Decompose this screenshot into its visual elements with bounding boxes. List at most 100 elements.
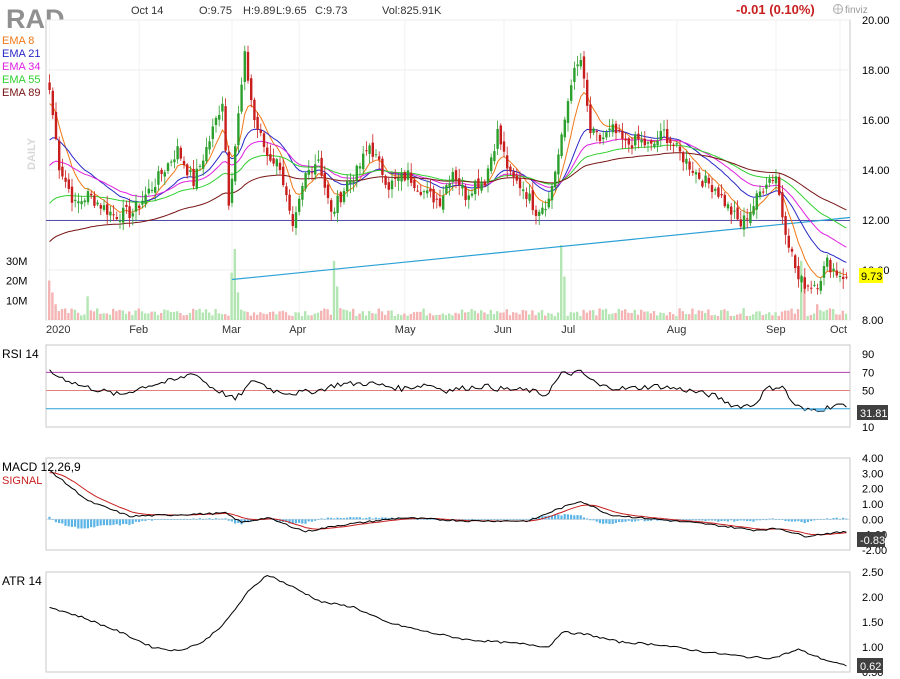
candle-body xyxy=(819,280,822,291)
candle-body xyxy=(717,187,720,197)
macd-histogram-bar xyxy=(77,519,80,529)
volume-bar xyxy=(272,311,275,320)
volume-bar xyxy=(844,313,848,320)
last-price-label: 9.73 xyxy=(861,271,882,283)
volume-bar xyxy=(297,312,300,320)
candle-body xyxy=(512,171,515,178)
candle-body xyxy=(144,194,147,205)
volume-bar xyxy=(393,315,396,320)
candle-body xyxy=(477,178,480,188)
volume-bar xyxy=(403,313,406,320)
candle-body xyxy=(125,204,128,207)
candle-body xyxy=(509,166,512,172)
candle-body xyxy=(778,176,781,195)
macd-histogram-bar xyxy=(810,519,813,522)
macd-histogram-bar xyxy=(122,519,125,525)
volume-bar xyxy=(480,310,483,320)
candle-body xyxy=(598,134,602,142)
volume-bar xyxy=(105,313,108,320)
candle-body xyxy=(58,140,61,171)
macd-histogram-bar xyxy=(80,519,83,529)
volume-bar xyxy=(582,309,585,320)
volume-bar xyxy=(544,315,547,320)
volume-bar xyxy=(736,314,739,320)
candle-body xyxy=(150,189,154,191)
macd-histogram-bar xyxy=(150,519,153,521)
volume-bar xyxy=(217,313,220,320)
candle-body xyxy=(627,138,630,145)
candle-body xyxy=(506,155,509,169)
candle-body xyxy=(733,210,736,212)
macd-histogram-bar xyxy=(67,519,70,527)
quote-low: L:9.65 xyxy=(276,5,307,17)
macd-histogram-bar xyxy=(429,519,432,520)
candle-body xyxy=(525,192,528,199)
volume-bar xyxy=(579,315,582,320)
candle-body xyxy=(586,79,589,106)
volume-bar xyxy=(742,308,745,320)
volume-bar xyxy=(588,310,592,320)
macd-histogram-bar xyxy=(701,519,704,521)
macd-histogram-bar xyxy=(141,519,144,521)
volume-bar xyxy=(492,314,496,320)
volume-bar xyxy=(425,315,428,320)
candle-body xyxy=(221,103,224,112)
candle-body xyxy=(406,170,410,180)
candle-body xyxy=(790,248,794,252)
volume-bar xyxy=(156,315,160,320)
volume-bar xyxy=(649,313,652,320)
macd-histogram-bar xyxy=(746,519,749,522)
legend-ema55: EMA 55 xyxy=(2,74,41,86)
candle-body xyxy=(630,145,634,149)
volume-bar xyxy=(339,308,342,320)
macd-histogram-bar xyxy=(765,519,768,521)
macd-histogram-bar xyxy=(157,519,160,520)
candle-body xyxy=(291,214,294,227)
quote-high: H:9.89 xyxy=(243,5,275,17)
candle-body xyxy=(346,181,349,192)
volume-bar xyxy=(502,312,505,320)
macd-histogram-bar xyxy=(173,519,176,520)
macd-histogram-bar xyxy=(803,519,806,524)
candle-body xyxy=(371,142,374,157)
candle-body xyxy=(86,191,90,203)
candle-body xyxy=(266,147,269,156)
volume-bar xyxy=(364,315,368,320)
price-tick-label: 18.00 xyxy=(862,65,890,77)
macd-histogram-bar xyxy=(563,514,566,520)
price-tick-label: 16.00 xyxy=(862,115,890,127)
candle-body xyxy=(688,161,691,170)
candle-body xyxy=(64,177,67,182)
volume-bar xyxy=(764,314,768,320)
macd-histogram-bar xyxy=(595,519,598,522)
macd-histogram-bar xyxy=(736,519,739,521)
macd-histogram-bar xyxy=(416,519,419,520)
candle-body xyxy=(237,113,240,146)
volume-bar xyxy=(316,312,320,320)
macd-histogram-bar xyxy=(598,519,601,524)
macd-histogram-bar xyxy=(477,519,480,520)
macd-histogram-bar xyxy=(518,519,521,520)
volume-bar xyxy=(832,308,835,320)
candle-body xyxy=(448,183,451,188)
volume-bar xyxy=(179,313,182,320)
candle-body xyxy=(470,193,474,196)
candle-body xyxy=(800,276,803,283)
volume-bar xyxy=(92,311,96,320)
candle-body xyxy=(496,128,499,149)
candle-body xyxy=(288,194,291,211)
macd-histogram-bar xyxy=(422,519,425,520)
macd-histogram-bar xyxy=(182,519,185,520)
candle-body xyxy=(736,207,739,220)
candle-body xyxy=(154,187,157,193)
candle-body xyxy=(656,140,659,146)
indicator-tick-label: 90 xyxy=(862,349,874,361)
candle-body xyxy=(176,146,179,160)
macd-histogram-bar xyxy=(176,519,179,520)
month-label: Mar xyxy=(222,324,241,336)
macd-histogram-bar xyxy=(742,519,745,521)
volume-bar xyxy=(572,312,576,320)
macd-histogram-bar xyxy=(726,519,729,522)
volume-bar xyxy=(153,311,156,320)
volume-bar xyxy=(508,315,512,320)
